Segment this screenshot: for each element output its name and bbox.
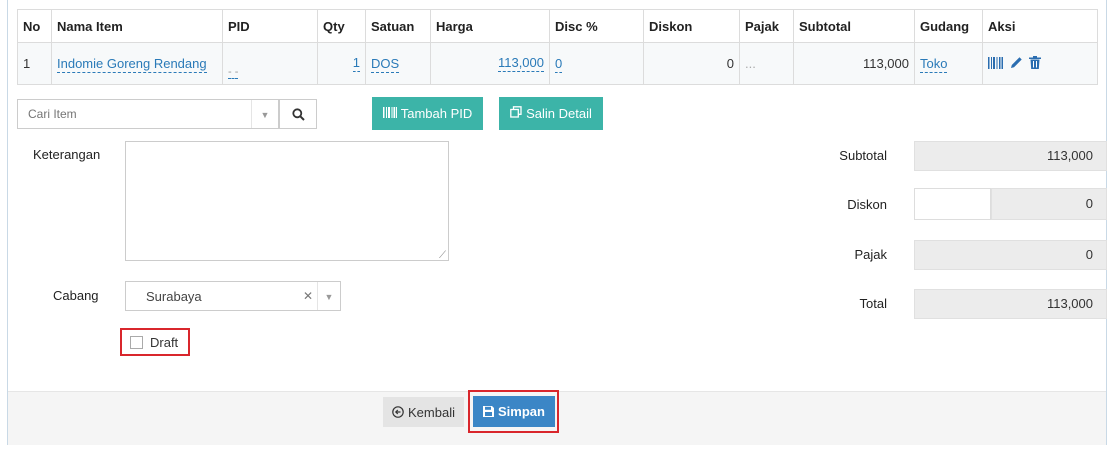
cell-disc: 0 [549,42,644,85]
col-header-aksi: Aksi [982,9,1098,43]
col-header-item: Nama Item [51,9,223,43]
tambah-pid-button[interactable]: Tambah PID [372,97,483,130]
cell-harga: 113,000 [430,42,550,85]
pajak-editable[interactable]: ... [745,56,756,71]
cell-diskon: 0 [643,42,740,85]
pencil-icon[interactable] [1010,56,1023,72]
summary-pajak-label: Pajak [854,247,887,262]
summary-total-value: 113,000 [914,289,1107,319]
cell-pid: - - [222,42,318,85]
col-header-pid: PID [222,9,318,43]
col-header-subtotal: Subtotal [793,9,915,43]
col-header-diskon: Diskon [643,9,740,43]
col-header-satuan: Satuan [365,9,431,43]
back-circle-icon [392,406,404,418]
tambah-pid-label: Tambah PID [400,106,473,121]
summary-diskon-label: Diskon [847,197,887,212]
cell-gudang: Toko [914,42,983,85]
search-button[interactable] [279,99,317,129]
summary-diskon-group: 0 [914,188,1107,220]
summary-diskon-value: 0 [991,188,1107,220]
cabang-value: Surabaya [146,288,202,304]
cell-aksi [982,42,1098,85]
summary-subtotal-value: 113,000 [914,141,1107,171]
simpan-label: Simpan [498,404,545,419]
kembali-button[interactable]: Kembali [383,397,464,427]
satuan-editable[interactable]: DOS [371,56,400,73]
item-name-link[interactable]: Indomie Goreng Rendang [57,56,207,73]
col-header-harga: Harga [430,9,550,43]
keterangan-label: Keterangan [33,147,101,162]
trash-icon[interactable] [1029,55,1042,72]
col-header-pajak: Pajak [739,9,794,43]
salin-detail-button[interactable]: Salin Detail [499,97,603,130]
search-input[interactable] [18,106,251,122]
chevron-down-icon[interactable]: ▼ [317,282,340,310]
salin-detail-label: Salin Detail [526,106,592,121]
col-header-disc: Disc % [549,9,644,43]
diskon-input[interactable] [914,188,991,220]
disc-editable[interactable]: 0 [555,56,563,73]
cell-no: 1 [17,42,52,85]
kembali-label: Kembali [408,404,455,420]
cabang-select[interactable]: Surabaya ✕ ▼ [125,281,341,311]
summary-pajak-value: 0 [914,240,1107,270]
draft-checkbox[interactable] [130,335,143,349]
col-header-no: No [17,9,52,43]
summary-total-label: Total [859,296,887,311]
cell-pajak: ... [739,42,794,85]
barcode-icon[interactable] [988,56,1003,72]
summary-subtotal-label: Subtotal [839,148,887,163]
pid-editable[interactable]: - - [228,66,239,79]
cell-qty: 1 [317,42,366,85]
item-table: No Nama Item PID Qty Satuan Harga Disc %… [17,9,1098,85]
barcode-icon [382,106,397,121]
resize-grip-icon[interactable]: ⟋ [439,250,446,261]
cell-item: Indomie Goreng Rendang [51,42,223,85]
col-header-qty: Qty [317,9,366,43]
simpan-button[interactable]: Simpan [473,396,555,427]
chevron-down-icon[interactable]: ▼ [251,100,278,128]
table-row: 1 Indomie Goreng Rendang - - 1 DOS 113,0… [17,42,1098,85]
draft-label[interactable]: Draft [150,335,178,350]
copy-icon [510,106,522,121]
cell-satuan: DOS [365,42,431,85]
cabang-label: Cabang [53,288,99,303]
table-header-row: No Nama Item PID Qty Satuan Harga Disc %… [17,9,1098,43]
clear-icon[interactable]: ✕ [299,289,317,303]
search-icon [291,107,305,121]
save-icon [483,406,495,417]
cell-subtotal: 113,000 [793,42,915,85]
keterangan-textarea[interactable] [125,141,449,261]
draft-checkbox-highlight: Draft [120,328,190,356]
item-search-select[interactable]: ▼ [17,99,279,129]
qty-editable[interactable]: 1 [352,55,360,72]
harga-editable[interactable]: 113,000 [497,55,544,72]
col-header-gudang: Gudang [914,9,983,43]
gudang-editable[interactable]: Toko [920,56,948,73]
